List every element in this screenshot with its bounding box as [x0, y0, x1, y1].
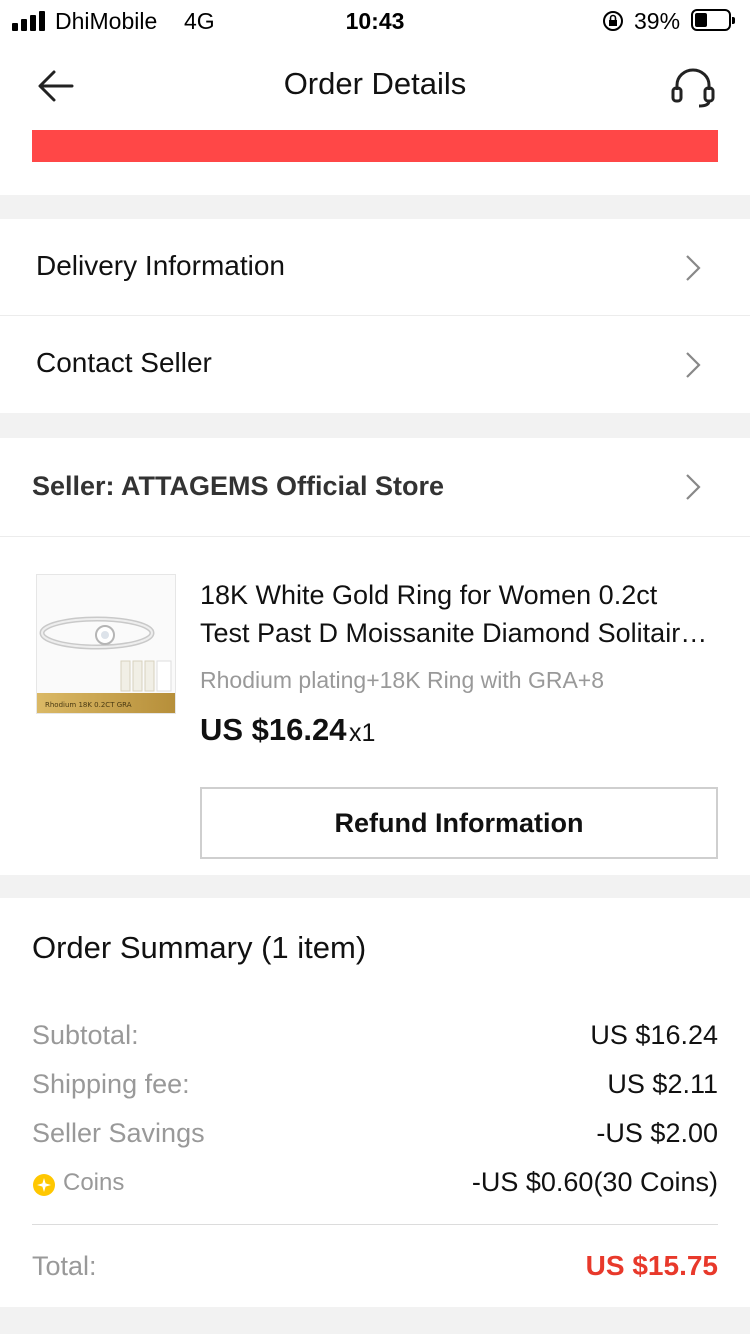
coins-label: Coins: [63, 1169, 125, 1196]
shipping-fee-line: Shipping fee: US $2.11: [32, 1069, 718, 1105]
refund-information-button[interactable]: Refund Information: [200, 787, 718, 859]
chevron-right-icon: [686, 352, 701, 378]
summary-divider: [32, 1224, 718, 1225]
product-image[interactable]: Rhodium 18K 0.2CT GRA: [36, 574, 176, 714]
coins-line: Coins -US $0.60(30 Coins): [32, 1167, 718, 1203]
order-summary-title: Order Summary (1 item): [32, 930, 367, 965]
status-banner-area: To be refunded: [0, 130, 750, 195]
seller-store-row[interactable]: Seller: ATTAGEMS Official Store: [0, 438, 750, 537]
seller-name: Seller: ATTAGEMS Official Store: [32, 471, 445, 501]
status-bar: DhiMobile 4G 10:43 39%: [0, 0, 750, 44]
seller-savings-value: -US $2.00: [596, 1118, 718, 1148]
seller-product-card: Seller: ATTAGEMS Official Store Rhodium …: [0, 438, 750, 875]
thumb-caption: Rhodium 18K 0.2CT GRA: [45, 701, 132, 709]
total-value: US $15.75: [585, 1250, 718, 1281]
shipping-fee-value: US $2.11: [607, 1069, 718, 1099]
chevron-right-icon: [686, 255, 701, 281]
contact-seller-label: Contact Seller: [36, 347, 212, 378]
contact-seller-row[interactable]: Contact Seller: [0, 315, 750, 411]
top-nav-bar: Order Details: [0, 44, 750, 130]
page-title: Order Details: [283, 66, 467, 101]
order-status-banner: To be refunded: [32, 130, 718, 162]
order-actions-card: Delivery Information Contact Seller: [0, 219, 750, 413]
total-label: Total:: [32, 1251, 97, 1281]
subtotal-line: Subtotal: US $16.24: [32, 1020, 718, 1056]
seller-savings-label: Seller Savings: [32, 1118, 205, 1148]
product-quantity: x1: [349, 719, 376, 747]
subtotal-label: Subtotal:: [32, 1020, 139, 1050]
battery-percent: 39%: [634, 8, 681, 34]
product-title-line2: Test Past D Moissanite Diamond Solitaire…: [200, 618, 720, 648]
product-title-line1: 18K White Gold Ring for Women 0.2ct: [200, 580, 658, 610]
shipping-fee-label: Shipping fee:: [32, 1069, 190, 1099]
order-summary-card: Order Summary (1 item) Subtotal: US $16.…: [0, 898, 750, 1307]
coins-value: -US $0.60(30 Coins): [471, 1167, 718, 1197]
battery-icon: [691, 9, 735, 31]
product-title[interactable]: 18K White Gold Ring for Women 0.2ct Test…: [200, 576, 720, 652]
delivery-information-row[interactable]: Delivery Information: [0, 219, 750, 315]
delivery-information-label: Delivery Information: [36, 250, 285, 281]
order-details-screen: DhiMobile 4G 10:43 39% Order Details To …: [0, 0, 750, 1334]
chevron-right-icon: [686, 474, 701, 500]
product-price: US $16.24: [200, 712, 347, 747]
subtotal-value: US $16.24: [590, 1020, 718, 1050]
seller-savings-line: Seller Savings -US $2.00: [32, 1118, 718, 1154]
customer-service-icon[interactable]: [670, 66, 716, 108]
product-variant: Rhodium plating+18K Ring with GRA+8: [200, 667, 605, 693]
ring-product-image: Rhodium 18K 0.2CT GRA: [37, 575, 175, 713]
orientation-lock-icon: [603, 11, 623, 31]
coin-icon: [33, 1174, 55, 1196]
